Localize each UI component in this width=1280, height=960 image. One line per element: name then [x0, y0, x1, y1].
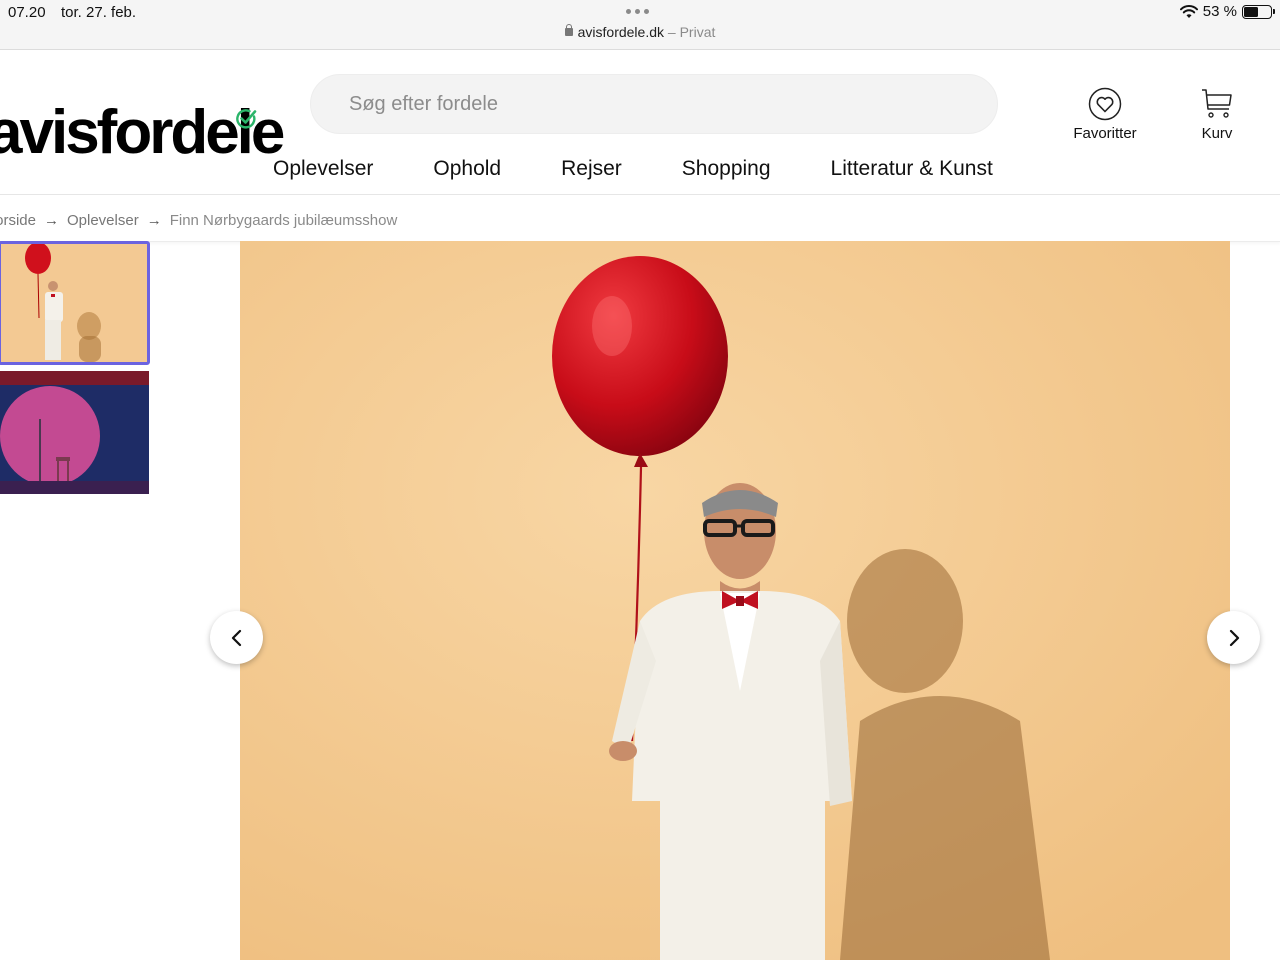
private-label: – Privat [667, 24, 716, 40]
breadcrumb-category[interactable]: Oplevelser [67, 212, 139, 229]
thumbnail-1[interactable] [0, 241, 150, 365]
lock-icon [564, 24, 573, 36]
arrow-right-icon: → [44, 212, 59, 229]
favorites-button[interactable]: Favoritter [1062, 87, 1148, 142]
nav-item-rejser[interactable]: Rejser [561, 157, 622, 181]
url-bar[interactable]: avisfordele.dk – Privat [0, 24, 1280, 40]
logo-check-icon [236, 109, 257, 129]
thumbnail-image-balloon-man [1, 244, 147, 362]
search-box[interactable] [310, 74, 998, 134]
status-date: tor. 27. feb. [61, 4, 137, 21]
cart-label: Kurv [1201, 125, 1233, 142]
favorites-label: Favoritter [1073, 125, 1137, 142]
search-input[interactable] [349, 75, 969, 133]
wifi-icon [1179, 4, 1198, 18]
multitasking-dots-icon[interactable] [626, 9, 649, 14]
chevron-left-icon [231, 629, 241, 646]
status-right: 53 % [1179, 3, 1275, 20]
status-time: 07.20 [8, 4, 46, 21]
nav-item-ophold[interactable]: Ophold [433, 157, 501, 181]
gallery-prev-button[interactable] [210, 611, 263, 664]
nav-item-shopping[interactable]: Shopping [682, 157, 771, 181]
product-main-image [240, 241, 1230, 960]
breadcrumb-bar: Forside → Oplevelser → Finn Nørbygaards … [0, 196, 1280, 242]
site-header: avisfordele Oplevelser Ophold Rejser Sho… [0, 50, 1280, 195]
browser-status-bar: 07.20 tor. 27. feb. 53 % avisfordele.dk … [0, 0, 1280, 50]
breadcrumb-home[interactable]: Forside [0, 212, 36, 229]
balloon-man-photo [240, 241, 1230, 960]
nav-item-oplevelser[interactable]: Oplevelser [273, 157, 373, 181]
heart-icon [1088, 87, 1122, 121]
thumbnail-2[interactable] [0, 371, 149, 494]
arrow-right-icon: → [146, 212, 162, 229]
breadcrumb: Forside → Oplevelser → Finn Nørbygaards … [0, 212, 397, 229]
breadcrumb-current: Finn Nørbygaards jubilæumsshow [169, 212, 398, 229]
nav-item-litteratur-kunst[interactable]: Litteratur & Kunst [831, 157, 993, 181]
main-nav: Oplevelser Ophold Rejser Shopping Litter… [273, 157, 993, 181]
url-domain: avisfordele.dk [577, 24, 665, 40]
gallery-next-button[interactable] [1207, 611, 1260, 664]
thumbnail-image-stage [0, 371, 149, 494]
cart-icon [1202, 89, 1232, 118]
battery-percent: 53 % [1202, 3, 1237, 20]
cart-button[interactable]: Kurv [1187, 87, 1247, 142]
battery-icon [1242, 4, 1275, 19]
chevron-right-icon [1229, 629, 1239, 646]
